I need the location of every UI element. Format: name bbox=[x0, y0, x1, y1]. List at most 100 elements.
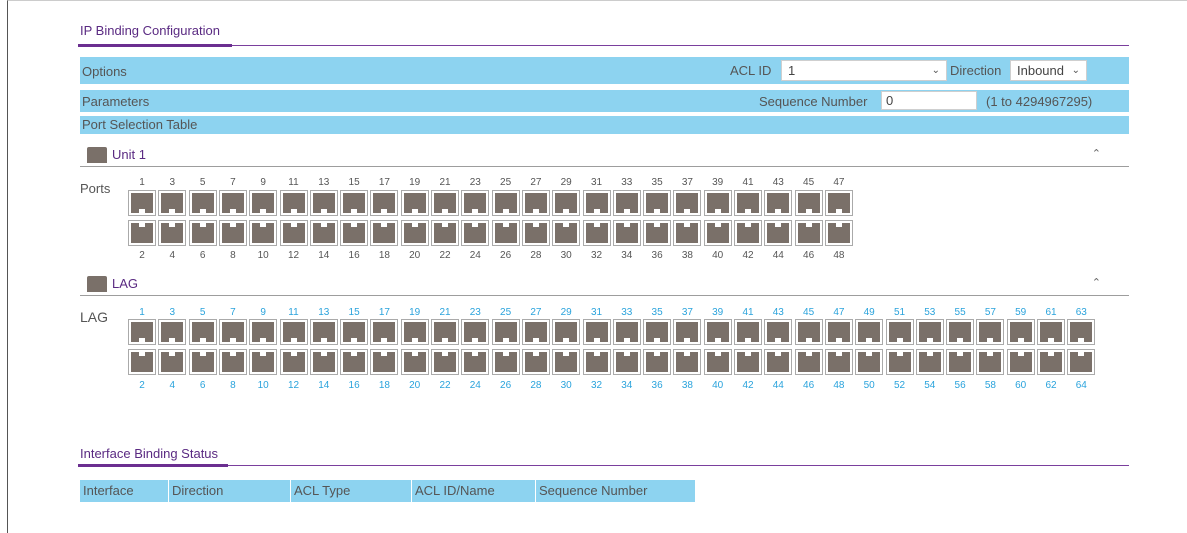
lag-port-23[interactable] bbox=[461, 319, 490, 345]
lag-port-7[interactable] bbox=[218, 319, 247, 345]
lag-port-58[interactable] bbox=[976, 349, 1005, 375]
port-13[interactable] bbox=[309, 190, 338, 216]
port-45[interactable] bbox=[794, 190, 823, 216]
lag-port-5[interactable] bbox=[188, 319, 217, 345]
lag-port-15[interactable] bbox=[340, 319, 369, 345]
lag-port-62[interactable] bbox=[1037, 349, 1065, 375]
lag-port-32[interactable] bbox=[582, 349, 611, 375]
port-44[interactable] bbox=[764, 220, 793, 246]
port-43[interactable] bbox=[764, 190, 793, 216]
lag-port-2[interactable] bbox=[128, 349, 156, 375]
port-38[interactable] bbox=[673, 220, 702, 246]
lag-port-55[interactable] bbox=[946, 319, 975, 345]
lag-port-14[interactable] bbox=[309, 349, 338, 375]
port-37[interactable] bbox=[673, 190, 702, 216]
lag-port-53[interactable] bbox=[915, 319, 944, 345]
port-25[interactable] bbox=[491, 190, 520, 216]
port-4[interactable] bbox=[158, 220, 187, 246]
chevron-up-icon[interactable]: ⌃ bbox=[1092, 147, 1101, 160]
lag-port-30[interactable] bbox=[552, 349, 581, 375]
lag-port-34[interactable] bbox=[612, 349, 641, 375]
lag-port-51[interactable] bbox=[885, 319, 914, 345]
port-35[interactable] bbox=[643, 190, 672, 216]
lag-port-41[interactable] bbox=[734, 319, 762, 345]
lag-port-11[interactable] bbox=[279, 319, 308, 345]
lag-port-6[interactable] bbox=[188, 349, 217, 375]
port-39[interactable] bbox=[703, 190, 732, 216]
lag-port-22[interactable] bbox=[431, 349, 459, 375]
lag-port-40[interactable] bbox=[703, 349, 732, 375]
port-28[interactable] bbox=[521, 220, 550, 246]
lag-port-9[interactable] bbox=[249, 319, 278, 345]
lag-port-27[interactable] bbox=[521, 319, 550, 345]
port-23[interactable] bbox=[461, 190, 490, 216]
lag-port-19[interactable] bbox=[400, 319, 429, 345]
lag-port-50[interactable] bbox=[855, 349, 884, 375]
unit-header[interactable]: Unit 1 ⌃ bbox=[80, 145, 1129, 167]
port-29[interactable] bbox=[552, 190, 581, 216]
port-19[interactable] bbox=[400, 190, 429, 216]
port-16[interactable] bbox=[340, 220, 369, 246]
port-9[interactable] bbox=[249, 190, 278, 216]
lag-port-37[interactable] bbox=[673, 319, 702, 345]
lag-port-18[interactable] bbox=[370, 349, 399, 375]
port-42[interactable] bbox=[734, 220, 762, 246]
lag-port-28[interactable] bbox=[521, 349, 550, 375]
port-27[interactable] bbox=[521, 190, 550, 216]
lag-port-38[interactable] bbox=[673, 349, 702, 375]
port-48[interactable] bbox=[824, 220, 853, 246]
lag-port-17[interactable] bbox=[370, 319, 399, 345]
lag-port-44[interactable] bbox=[764, 349, 793, 375]
port-34[interactable] bbox=[612, 220, 641, 246]
lag-port-45[interactable] bbox=[794, 319, 823, 345]
chevron-up-icon[interactable]: ⌃ bbox=[1092, 276, 1101, 289]
port-12[interactable] bbox=[279, 220, 308, 246]
port-6[interactable] bbox=[188, 220, 217, 246]
lag-port-3[interactable] bbox=[158, 319, 187, 345]
port-10[interactable] bbox=[249, 220, 278, 246]
direction-select[interactable]: Inbound ⌄ bbox=[1010, 60, 1087, 81]
lag-port-12[interactable] bbox=[279, 349, 308, 375]
lag-port-36[interactable] bbox=[643, 349, 672, 375]
lag-port-60[interactable] bbox=[1006, 349, 1035, 375]
port-3[interactable] bbox=[158, 190, 187, 216]
lag-port-61[interactable] bbox=[1037, 319, 1065, 345]
port-14[interactable] bbox=[309, 220, 338, 246]
port-18[interactable] bbox=[370, 220, 399, 246]
lag-port-31[interactable] bbox=[582, 319, 611, 345]
port-21[interactable] bbox=[431, 190, 459, 216]
lag-port-8[interactable] bbox=[218, 349, 247, 375]
port-5[interactable] bbox=[188, 190, 217, 216]
lag-port-59[interactable] bbox=[1006, 319, 1035, 345]
port-17[interactable] bbox=[370, 190, 399, 216]
lag-port-4[interactable] bbox=[158, 349, 187, 375]
lag-port-1[interactable] bbox=[128, 319, 156, 345]
port-47[interactable] bbox=[824, 190, 853, 216]
lag-port-48[interactable] bbox=[824, 349, 853, 375]
lag-port-25[interactable] bbox=[491, 319, 520, 345]
lag-header[interactable]: LAG ⌃ bbox=[80, 274, 1129, 296]
acl-id-select[interactable]: 1 ⌄ bbox=[781, 60, 947, 81]
lag-port-35[interactable] bbox=[643, 319, 672, 345]
lag-port-56[interactable] bbox=[946, 349, 975, 375]
port-40[interactable] bbox=[703, 220, 732, 246]
port-26[interactable] bbox=[491, 220, 520, 246]
lag-port-24[interactable] bbox=[461, 349, 490, 375]
port-15[interactable] bbox=[340, 190, 369, 216]
lag-port-64[interactable] bbox=[1067, 349, 1096, 375]
lag-port-47[interactable] bbox=[824, 319, 853, 345]
port-31[interactable] bbox=[582, 190, 611, 216]
lag-port-10[interactable] bbox=[249, 349, 278, 375]
port-22[interactable] bbox=[431, 220, 459, 246]
port-46[interactable] bbox=[794, 220, 823, 246]
port-11[interactable] bbox=[279, 190, 308, 216]
port-20[interactable] bbox=[400, 220, 429, 246]
port-30[interactable] bbox=[552, 220, 581, 246]
lag-port-54[interactable] bbox=[915, 349, 944, 375]
port-2[interactable] bbox=[128, 220, 156, 246]
lag-port-26[interactable] bbox=[491, 349, 520, 375]
lag-port-57[interactable] bbox=[976, 319, 1005, 345]
port-7[interactable] bbox=[218, 190, 247, 216]
lag-port-20[interactable] bbox=[400, 349, 429, 375]
lag-port-33[interactable] bbox=[612, 319, 641, 345]
